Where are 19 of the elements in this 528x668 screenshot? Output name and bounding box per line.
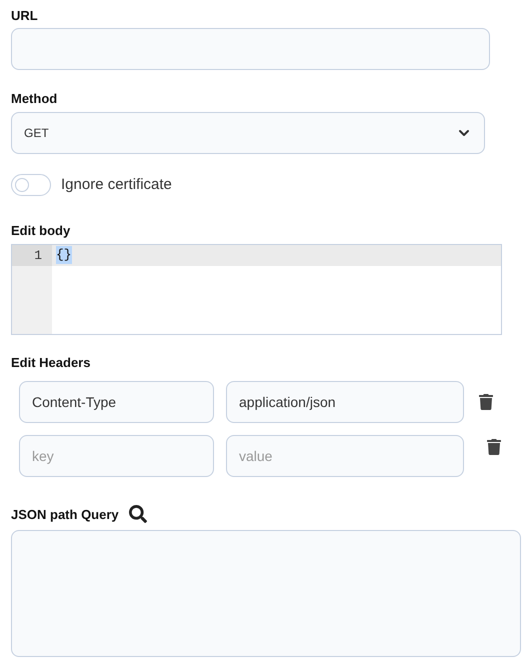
header-key-field[interactable]: Content-Type: [19, 380, 214, 422]
line-number: 1: [12, 244, 52, 266]
field-label: Edit Headers: [11, 354, 92, 372]
header-key-field[interactable]: key: [19, 434, 214, 476]
header-value-field[interactable]: value: [226, 434, 464, 476]
code-editor[interactable]: 1 {}: [11, 244, 502, 334]
delete-icon[interactable]: [486, 438, 502, 454]
toggle-switch[interactable]: [11, 174, 51, 196]
toggle-label: Ignore certificate: [61, 175, 172, 195]
field-label: Method: [11, 90, 58, 108]
method-select[interactable]: GET: [11, 112, 485, 154]
field-label: URL: [11, 7, 39, 25]
field-label: Edit body: [11, 222, 72, 240]
query-field[interactable]: [11, 530, 521, 657]
header-value-field[interactable]: application/json: [226, 380, 464, 422]
search-icon[interactable]: [128, 505, 147, 524]
field-label: JSON path Query: [11, 506, 119, 524]
delete-icon[interactable]: [478, 394, 494, 410]
url-field[interactable]: [11, 28, 490, 70]
